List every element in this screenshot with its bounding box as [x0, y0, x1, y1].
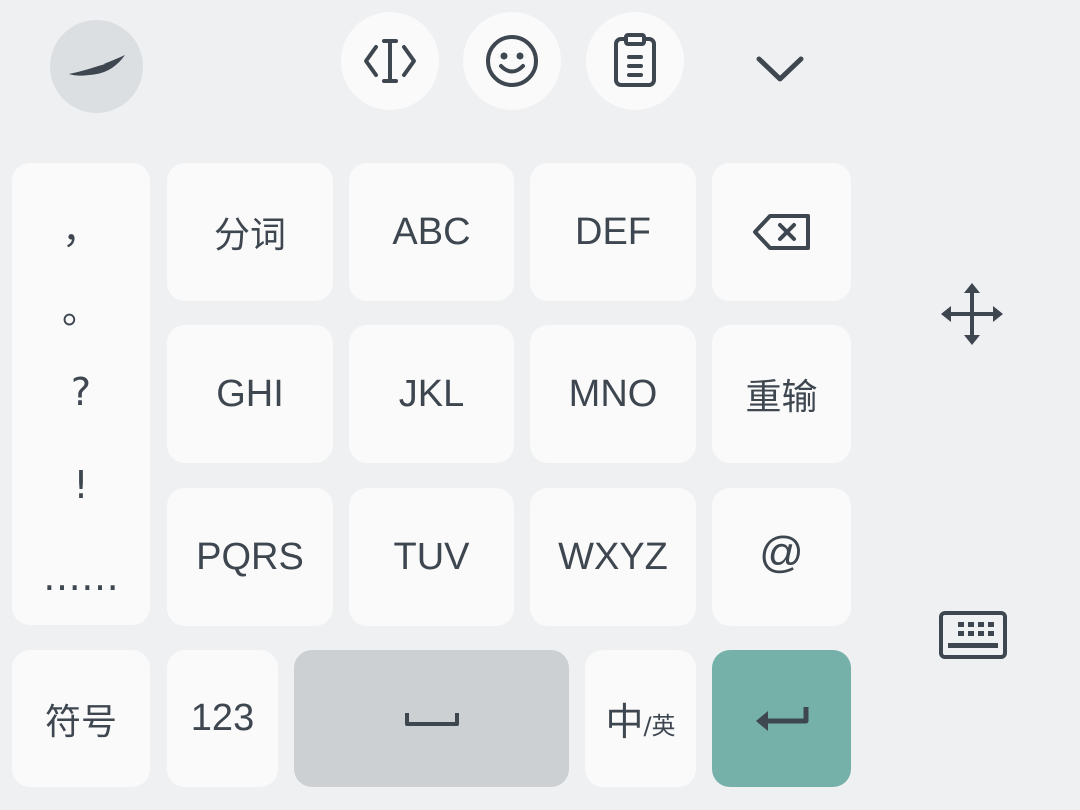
lang-english-label: /英 — [643, 712, 676, 740]
chevron-down-icon — [756, 56, 804, 82]
key-ghi[interactable]: GHI — [167, 325, 333, 463]
key-symbols[interactable]: 符号 — [12, 650, 150, 787]
keyboard-switch-button[interactable] — [936, 606, 1010, 666]
punct-question[interactable]: ? — [12, 370, 150, 414]
punctuation-column[interactable]: ， 。 ? ! …… — [12, 163, 150, 625]
cursor-control-button[interactable] — [341, 12, 439, 110]
backspace-icon — [752, 214, 810, 250]
language-toggle-key[interactable]: 中/英 — [585, 650, 696, 787]
backspace-key[interactable] — [712, 163, 851, 301]
clipboard-button[interactable] — [586, 12, 684, 110]
move-keyboard-button[interactable] — [936, 280, 1008, 348]
collapse-keyboard-button[interactable] — [740, 30, 820, 106]
key-jkl[interactable]: JKL — [349, 325, 514, 463]
key-at[interactable]: @ — [712, 488, 851, 626]
key-numbers[interactable]: 123 — [167, 650, 278, 787]
punct-comma[interactable]: ， — [12, 199, 150, 254]
emoji-button[interactable] — [463, 12, 561, 110]
key-retype[interactable]: 重输 — [712, 325, 851, 463]
key-tuv[interactable]: TUV — [349, 488, 514, 626]
key-abc[interactable]: ABC — [349, 163, 514, 301]
smiley-face-icon — [486, 35, 538, 87]
lang-chinese-label: 中 — [605, 700, 644, 744]
space-key[interactable] — [294, 650, 569, 787]
key-mno[interactable]: MNO — [530, 325, 696, 463]
punct-ellipsis[interactable]: …… — [12, 555, 150, 599]
punct-period[interactable]: 。 — [12, 279, 150, 334]
enter-key[interactable] — [712, 650, 851, 787]
keyboard-icon — [939, 611, 1007, 659]
punct-exclamation[interactable]: ! — [12, 463, 150, 507]
key-segment[interactable]: 分词 — [167, 163, 333, 301]
clipboard-icon — [614, 33, 656, 87]
swift-bird-logo-icon — [68, 54, 125, 76]
key-pqrs[interactable]: PQRS — [167, 488, 333, 626]
key-def[interactable]: DEF — [530, 163, 696, 301]
space-bar-icon — [404, 712, 459, 726]
move-arrows-icon — [941, 283, 1003, 345]
app-logo-button[interactable] — [50, 20, 143, 113]
key-wxyz[interactable]: WXYZ — [530, 488, 696, 626]
text-cursor-icon — [364, 39, 416, 83]
enter-arrow-icon — [755, 706, 808, 731]
